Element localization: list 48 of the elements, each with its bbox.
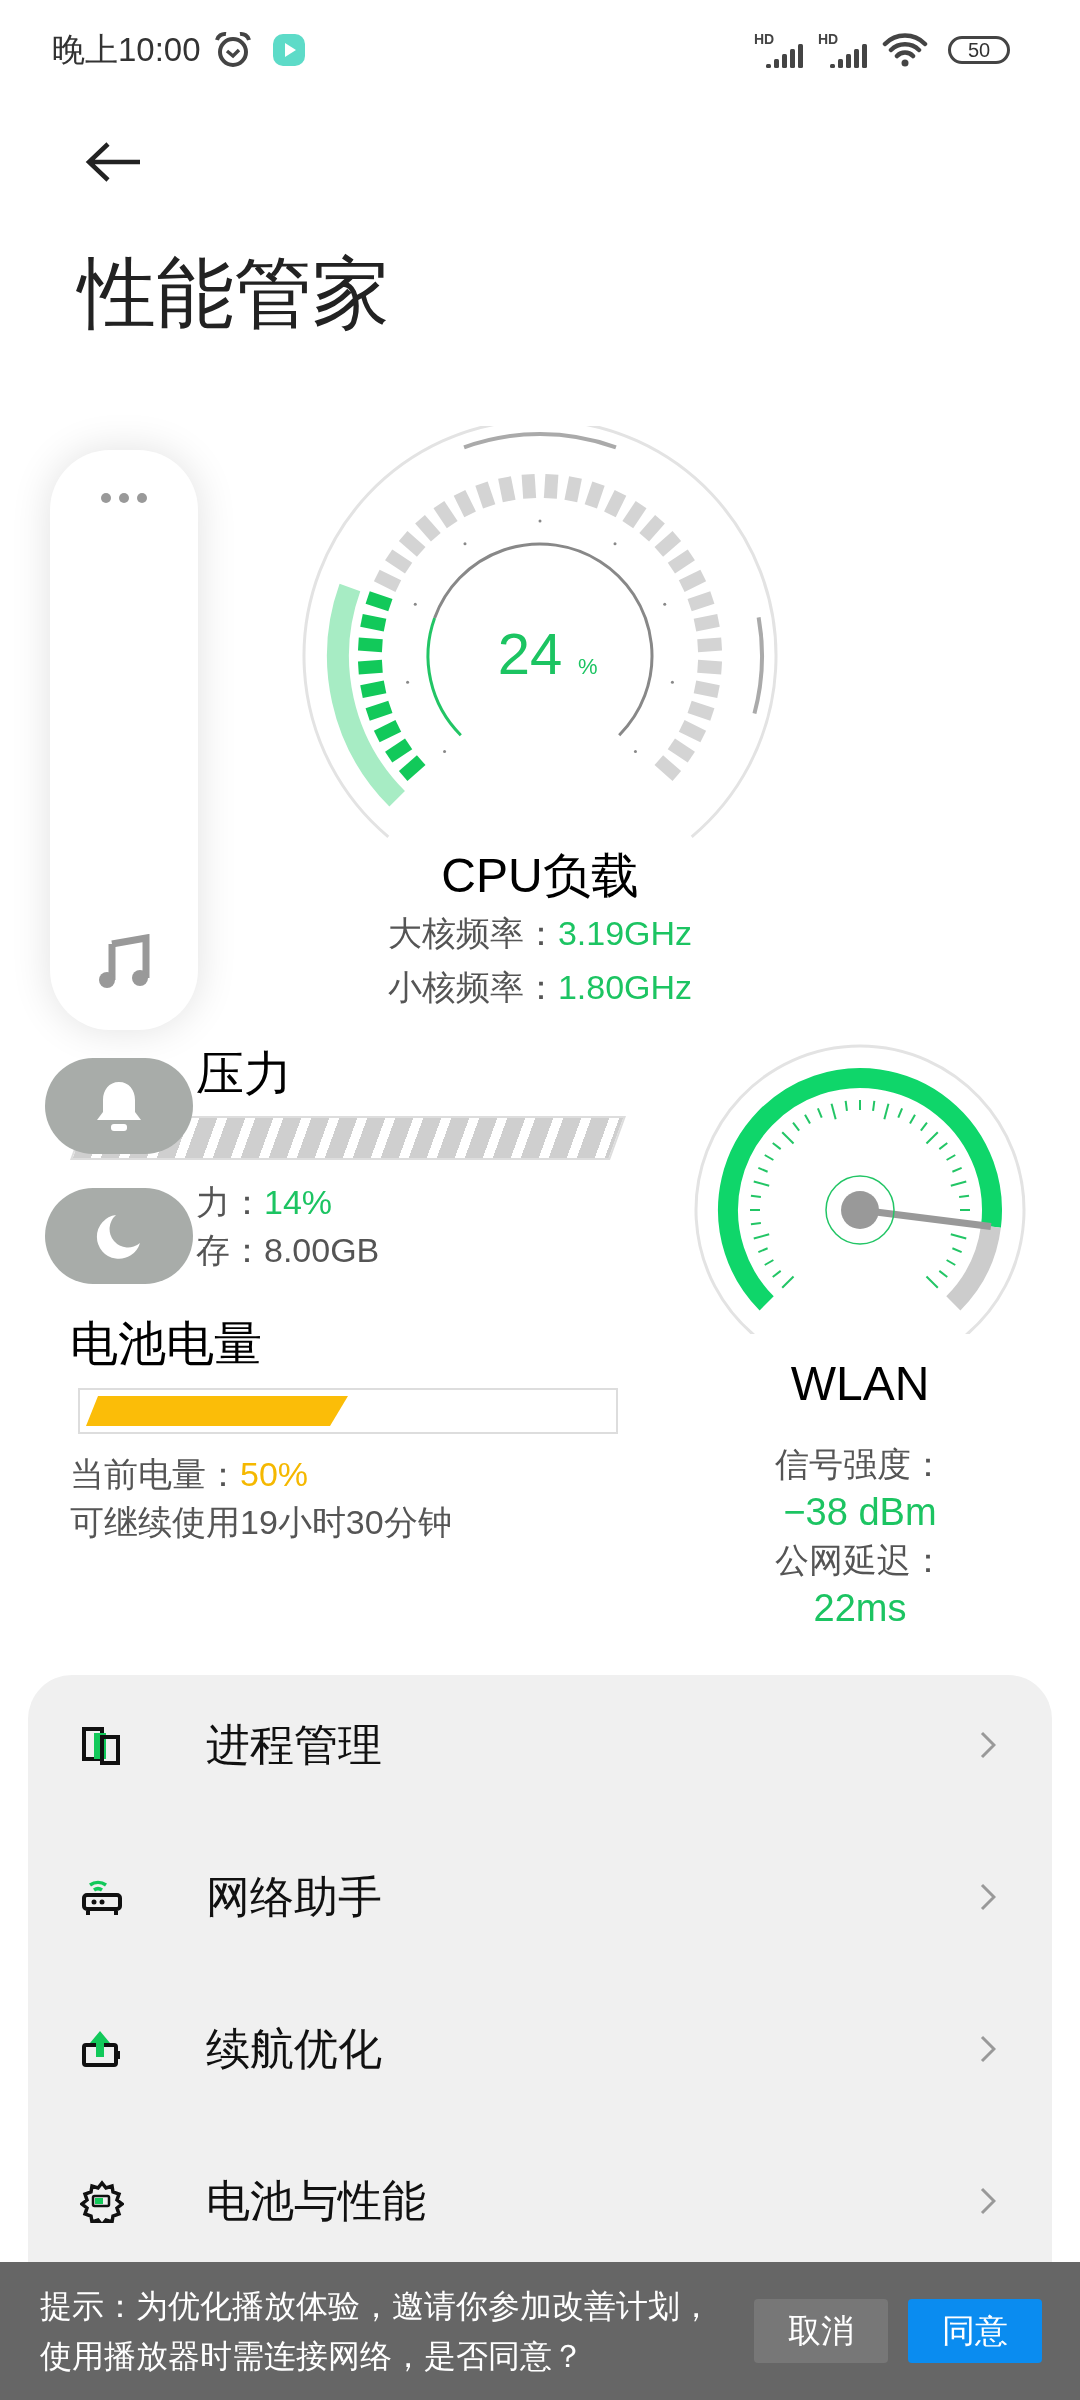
banner-message: 提示：为优化播放体验，邀请你参加改善计划，使用播放器时需连接网络，是否同意？ [40, 2287, 713, 2376]
frequency-label: 大核频率： [387, 913, 558, 954]
frequency-label: 小核频率： [387, 967, 558, 1008]
menu-item[interactable]: 进程管理 [28, 1685, 1052, 1805]
signal-value: −38 dBm [783, 1490, 937, 1535]
app-icon [272, 34, 305, 66]
status-time: 晚上10:00 [52, 30, 201, 71]
memory-value: 8.00GB [264, 1230, 380, 1271]
gear-icon [80, 2179, 124, 2223]
dots-icon [100, 492, 148, 504]
latency-value: 22ms [813, 1586, 907, 1631]
menu-label: 进程管理 [206, 1719, 382, 1771]
chevron-icon [980, 1883, 996, 1911]
menu-label: 续航优化 [206, 2023, 382, 2075]
battery-remaining-time: 可继续使用19小时30分钟 [70, 1502, 453, 1543]
memory-title: 压力 [195, 1046, 293, 1102]
cpu-percent: 24 [497, 621, 563, 686]
bell-button[interactable] [45, 1058, 193, 1154]
signal-icon [830, 42, 870, 68]
hd-label: HD [818, 32, 839, 46]
hd-label: HD [754, 32, 775, 46]
menu-label: 网络助手 [206, 1871, 382, 1923]
menu-label: 电池与性能 [206, 2175, 426, 2227]
battery-label: 当前电量： [70, 1454, 240, 1495]
alarm-clock-icon [212, 30, 253, 70]
menu-item[interactable]: 网络助手 [28, 1837, 1052, 1957]
chevron-icon [980, 1731, 996, 1759]
page-title: 性能管家 [75, 248, 391, 338]
memory-value: 14% [264, 1182, 333, 1223]
wlan-title: WLAN [790, 1356, 930, 1412]
battery-icon: 50 [948, 36, 1010, 64]
battery-title: 电池电量 [70, 1316, 263, 1372]
wifi-icon [882, 32, 928, 68]
chevron-icon [980, 2187, 996, 2215]
percent-unit: % [578, 654, 598, 679]
memory-label: 存： [196, 1230, 264, 1271]
cancel-button[interactable]: 取消 [754, 2299, 888, 2363]
signal-icon [766, 42, 806, 68]
menu-item[interactable]: 电池与性能 [28, 2141, 1052, 2261]
memory-label: 力： [196, 1182, 264, 1223]
battery-value: 50% [240, 1454, 309, 1495]
signal-label: 信号强度： [775, 1444, 945, 1485]
chevron-icon [980, 2035, 996, 2063]
frequency-value: 1.80GHz [557, 967, 693, 1008]
latency-label: 公网延迟： [775, 1540, 945, 1581]
frequency-value: 3.19GHz [557, 913, 693, 954]
cpu-title: CPU负载 [441, 848, 639, 904]
menu-item[interactable]: 续航优化 [28, 1989, 1052, 2109]
